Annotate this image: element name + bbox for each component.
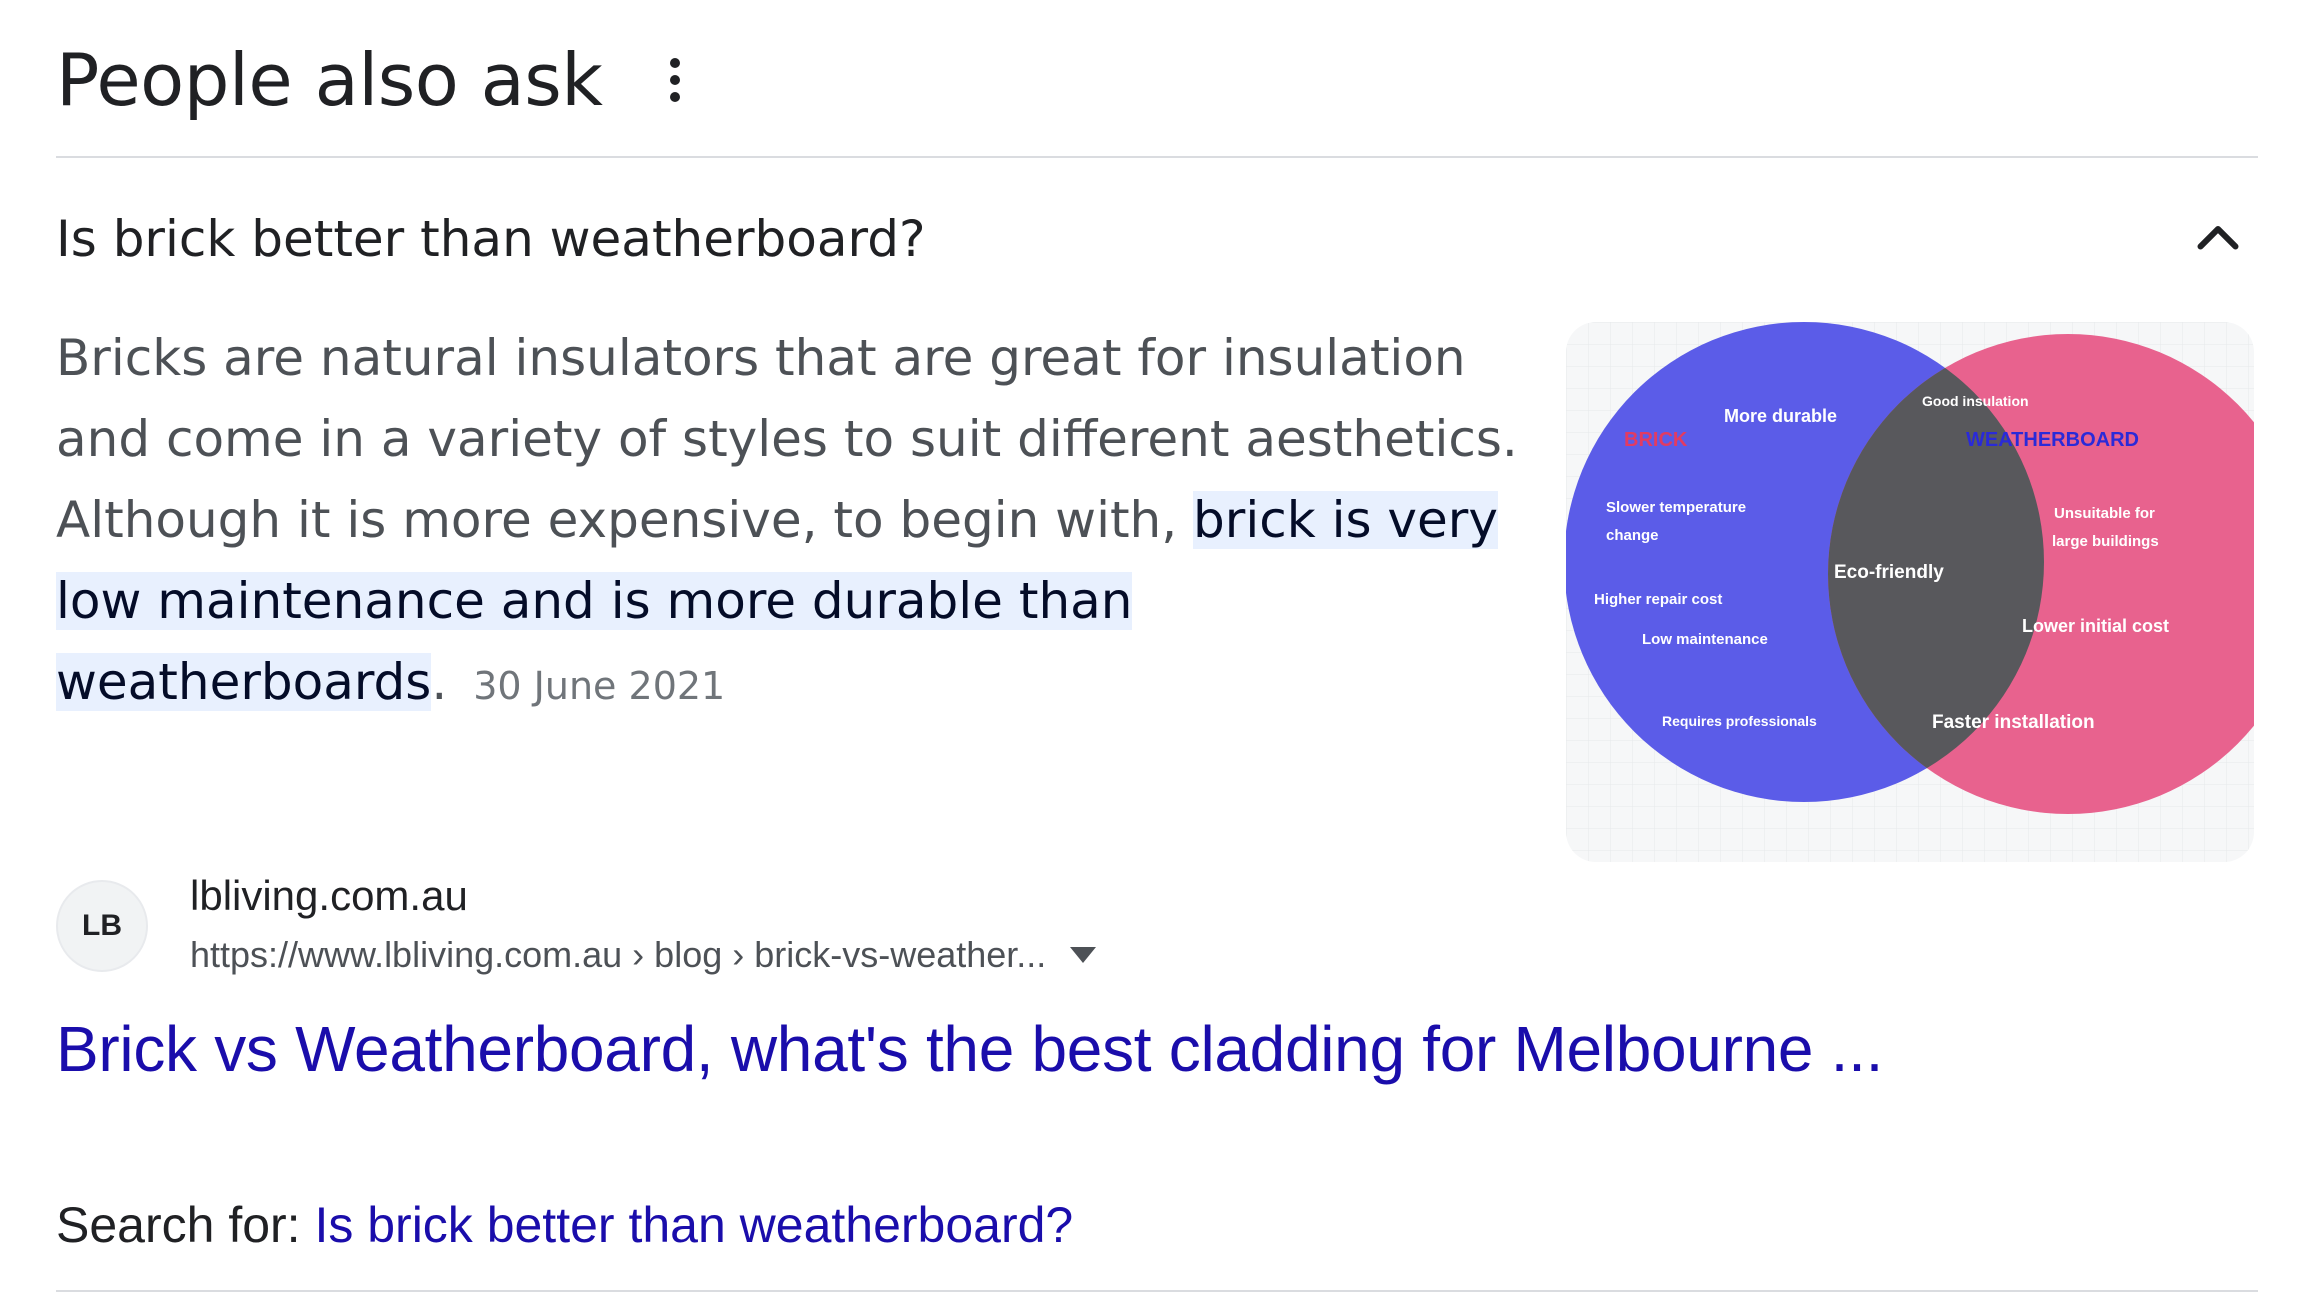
site-favicon: LB	[56, 880, 148, 972]
answer-date: 30 June 2021	[473, 664, 726, 708]
result-title-link[interactable]: Brick vs Weatherboard, what's the best c…	[56, 1012, 1883, 1086]
chevron-up-icon[interactable]	[2188, 209, 2248, 269]
venn-right-item: Faster installation	[1932, 712, 2095, 733]
answer-highlight: low maintenance and is more durable than	[56, 572, 1133, 630]
venn-left-title: BRICK	[1624, 429, 1688, 451]
venn-right-item: Good insulation	[1922, 393, 2029, 409]
venn-right-item: Unsuitable for	[2054, 505, 2155, 522]
section-title: People also ask	[56, 38, 603, 122]
venn-right-item: large buildings	[2052, 533, 2159, 550]
venn-left-item: Requires professionals	[1662, 713, 1817, 729]
venn-center-item: Eco-friendly	[1834, 562, 1944, 583]
bottom-divider	[56, 1290, 2258, 1292]
result-source[interactable]: LB lbliving.com.au https://www.lbliving.…	[56, 868, 1097, 986]
site-url: https://www.lbliving.com.au › blog › bri…	[190, 934, 1047, 975]
venn-left-item: Higher repair cost	[1594, 591, 1722, 608]
question-toggle[interactable]: Is brick better than weatherboard?	[56, 184, 2258, 294]
answer-snippet: Bricks are natural insulators that are g…	[56, 318, 1526, 727]
answer-period: .	[431, 653, 448, 711]
people-also-ask-header: People also ask	[56, 30, 687, 130]
more-vert-icon[interactable]	[663, 50, 687, 110]
search-for-link[interactable]: Is brick better than weatherboard?	[314, 1197, 1073, 1253]
venn-left-item: More durable	[1724, 406, 1837, 426]
venn-left-item: Slower temperature	[1606, 499, 1746, 516]
answer-highlight: brick is very	[1193, 491, 1498, 549]
question-text: Is brick better than weatherboard?	[56, 210, 926, 268]
site-name: lbliving.com.au	[190, 872, 468, 919]
venn-diagram: BRICK WEATHERBOARD More durable Slower t…	[1566, 322, 2254, 862]
search-for-row: Search for: Is brick better than weather…	[56, 1196, 1073, 1254]
venn-left-item: change	[1606, 527, 1659, 544]
header-divider	[56, 156, 2258, 158]
venn-right-title: WEATHERBOARD	[1966, 429, 2139, 451]
site-url-row: https://www.lbliving.com.au › blog › bri…	[190, 924, 1097, 986]
answer-highlight: weatherboards	[56, 653, 432, 711]
venn-left-item: Low maintenance	[1642, 631, 1768, 648]
venn-right-item: Lower initial cost	[2022, 616, 2169, 636]
caret-down-icon[interactable]	[1070, 947, 1097, 963]
venn-diagram-image[interactable]: BRICK WEATHERBOARD More durable Slower t…	[1566, 322, 2254, 862]
search-for-label: Search for:	[56, 1197, 315, 1253]
